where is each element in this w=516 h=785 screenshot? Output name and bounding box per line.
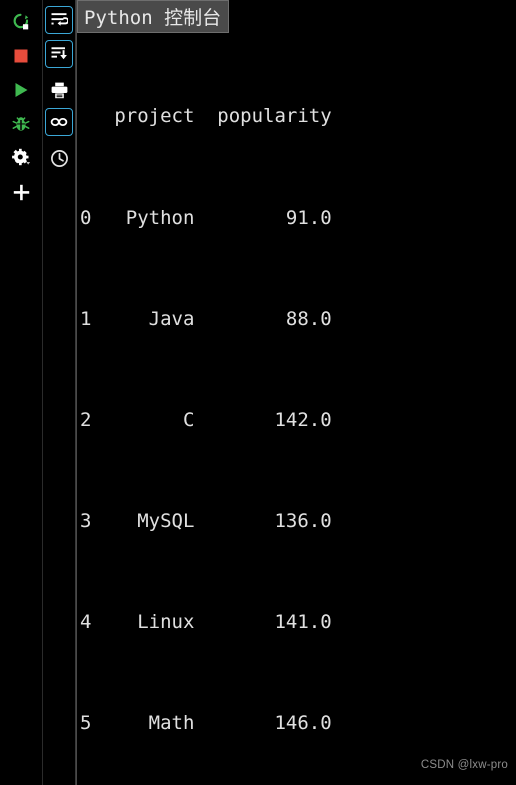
add-button[interactable] bbox=[6, 176, 36, 208]
execute-button[interactable] bbox=[6, 74, 36, 106]
run-toolbar bbox=[0, 0, 43, 785]
history-button[interactable] bbox=[44, 142, 74, 174]
output-line: 1 Java 88.0 bbox=[80, 307, 332, 330]
bug-icon bbox=[12, 117, 30, 131]
output-line: 0 Python 91.0 bbox=[80, 206, 332, 229]
glasses-icon bbox=[50, 118, 68, 126]
rerun-button[interactable] bbox=[6, 6, 36, 38]
print-button[interactable] bbox=[44, 74, 74, 106]
output-line: 5 Math 146.0 bbox=[80, 711, 332, 734]
scroll-to-end-button[interactable] bbox=[45, 40, 73, 68]
gear-icon bbox=[11, 148, 30, 165]
play-icon bbox=[15, 83, 28, 97]
output-line: project popularity bbox=[80, 105, 332, 128]
soft-wrap-icon bbox=[51, 13, 68, 26]
console-title: Python 控制台 bbox=[77, 0, 230, 33]
soft-wrap-button[interactable] bbox=[45, 6, 73, 34]
output-line: 2 C 142.0 bbox=[80, 408, 332, 431]
output-line: 4 Linux 141.0 bbox=[80, 610, 332, 633]
python-console-window: Python 控制台 project popularity 0 Python 9… bbox=[0, 0, 516, 785]
print-icon bbox=[51, 82, 67, 98]
console-text[interactable]: project popularity 0 Python 91.0 1 Java … bbox=[77, 33, 516, 785]
show-variables-button[interactable] bbox=[45, 108, 73, 136]
debug-button[interactable] bbox=[6, 108, 36, 140]
scroll-to-end-icon bbox=[51, 47, 67, 60]
console-output-panel[interactable]: Python 控制台 project popularity 0 Python 9… bbox=[76, 0, 516, 785]
settings-button[interactable] bbox=[6, 142, 36, 174]
plus-icon bbox=[13, 184, 29, 200]
stop-icon bbox=[14, 49, 28, 63]
rerun-icon bbox=[13, 13, 29, 30]
console-toolbar bbox=[43, 0, 76, 785]
watermark: CSDN @lxw-pro bbox=[420, 759, 508, 771]
output-line: 3 MySQL 136.0 bbox=[80, 509, 332, 532]
clock-icon bbox=[50, 149, 68, 167]
stop-button[interactable] bbox=[6, 40, 36, 72]
